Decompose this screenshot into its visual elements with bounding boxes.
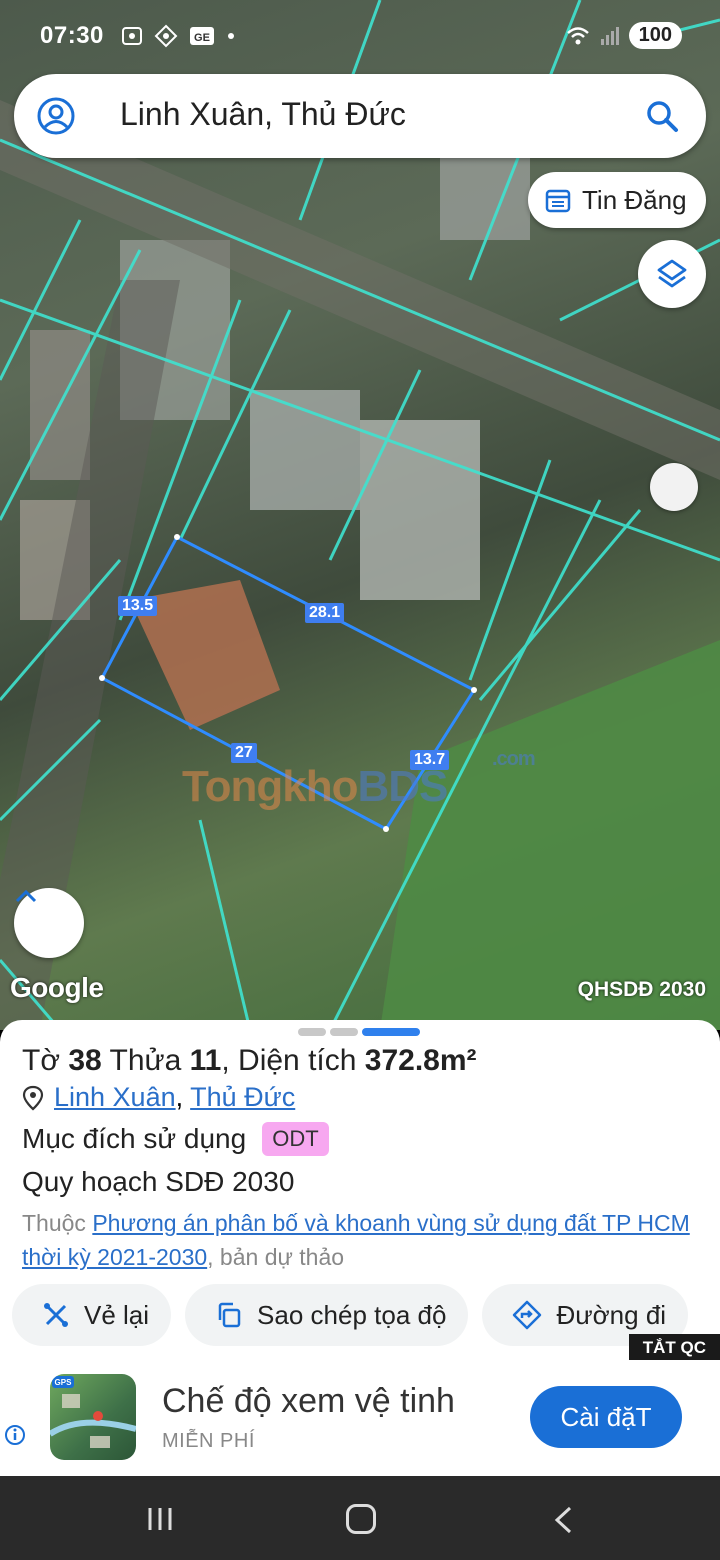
location-separator: , xyxy=(175,1082,184,1112)
thua-label: Thửa xyxy=(109,1044,182,1077)
status-right: 100 xyxy=(565,22,682,49)
map-layer-label: QHSDĐ 2030 xyxy=(577,978,706,1001)
status-time: 07:30 xyxy=(40,22,104,49)
plan-link[interactable]: Phương án phân bố và khoanh vùng sử dụng… xyxy=(22,1210,690,1270)
to-value: 38 xyxy=(68,1044,102,1077)
to-label: Tờ xyxy=(22,1044,60,1077)
home-icon[interactable] xyxy=(346,1504,376,1534)
map-drag-handle[interactable] xyxy=(650,463,698,511)
dien-tich-value: 372.8m² xyxy=(364,1044,477,1077)
chevron-up-icon xyxy=(15,889,37,903)
info-icon[interactable] xyxy=(4,1424,26,1446)
ward-link[interactable]: Linh Xuân xyxy=(54,1082,176,1112)
ge-app-icon: GE xyxy=(190,27,214,45)
watermark-left: Tongkho xyxy=(182,762,358,811)
district-link[interactable]: Thủ Đức xyxy=(190,1082,295,1112)
location-pin-icon xyxy=(22,1085,44,1110)
redraw-button[interactable]: Vẻ lại xyxy=(12,1284,172,1346)
ad-title: Chế độ xem vệ tinh xyxy=(162,1382,455,1420)
system-nav-bar xyxy=(0,1476,720,1560)
tin-dang-label: Tin Đăng xyxy=(582,184,687,215)
ad-app-icon: GPS xyxy=(50,1374,136,1460)
redraw-icon xyxy=(44,1303,68,1327)
status-bar: 07:30 GE 100 xyxy=(0,0,720,76)
wifi-icon xyxy=(566,26,589,44)
back-icon[interactable] xyxy=(552,1506,574,1534)
dot-icon xyxy=(228,33,234,39)
search-input[interactable]: Linh Xuân, Thủ Đức xyxy=(120,96,406,133)
watermark: TongkhoBDS .com xyxy=(182,748,536,812)
ad-banner[interactable]: GPS Chế độ xem vệ tinh MIỄN PHÍ Cài đặT xyxy=(0,1360,720,1476)
directions-label: Đường đi xyxy=(556,1299,667,1330)
quy-hoach-label: Quy hoạch SDĐ 2030 xyxy=(22,1166,295,1197)
redraw-label: Vẻ lại xyxy=(84,1299,150,1330)
layers-button[interactable] xyxy=(638,240,706,308)
plan-prefix: Thuộc xyxy=(22,1210,93,1236)
parcel-summary: Tờ 38 Thửa 11, Diện tích 372.8m² xyxy=(22,1044,477,1078)
copy-coordinates-label: Sao chép tọa độ xyxy=(257,1299,447,1330)
watermark-com: .com xyxy=(492,748,536,770)
dimension-label: 13.5 xyxy=(118,596,158,616)
close-ad-button[interactable]: TẮT QC xyxy=(628,1334,720,1362)
expand-up-button[interactable] xyxy=(14,888,84,958)
ge-app-icon-label: GE xyxy=(194,32,210,44)
diamond-app-icon xyxy=(154,24,178,48)
dimension-label: 27 xyxy=(231,743,257,763)
calendar-list-icon xyxy=(545,189,571,213)
google-logo: Google xyxy=(10,972,104,1003)
account-icon[interactable] xyxy=(36,96,76,136)
satellite-map-icon: GPS xyxy=(50,1376,136,1448)
plan-source: Thuộc Phương án phân bố và khoanh vùng s… xyxy=(22,1206,702,1274)
search-bar[interactable]: Linh Xuân, Thủ Đức xyxy=(14,74,706,158)
muc-dich-row: Mục đích sử dụng ODT xyxy=(22,1122,329,1156)
dien-tich-label: , Diện tích xyxy=(221,1044,357,1077)
thua-value: 11 xyxy=(189,1044,222,1077)
muc-dich-label: Mục đích sử dụng xyxy=(22,1123,247,1154)
screenshot-icon xyxy=(122,27,142,45)
sheet-handle[interactable] xyxy=(298,1028,420,1036)
copy-icon xyxy=(218,1302,241,1328)
signal-icon xyxy=(600,26,619,45)
copy-coordinates-button[interactable]: Sao chép tọa độ xyxy=(185,1284,469,1346)
battery-level: 100 xyxy=(628,22,682,49)
dimension-label: 28.1 xyxy=(305,603,345,623)
status-notification-icons: GE xyxy=(120,24,236,48)
recent-apps-icon[interactable] xyxy=(146,1506,174,1532)
layers-icon xyxy=(657,259,687,288)
action-row: Vẻ lại Sao chép tọa độ Đường đi xyxy=(12,1284,689,1346)
ad-install-button[interactable]: Cài đặT xyxy=(530,1386,682,1448)
plan-suffix: , bản dự thảo xyxy=(207,1244,345,1270)
ad-subtitle: MIỄN PHÍ xyxy=(162,1430,255,1452)
search-icon[interactable] xyxy=(642,96,682,136)
watermark-right: BDS xyxy=(357,762,448,811)
directions-icon xyxy=(513,1300,542,1330)
land-use-badge: ODT xyxy=(262,1122,329,1156)
parcel-location: Linh Xuân, Thủ Đức xyxy=(22,1082,295,1113)
tin-dang-button[interactable]: Tin Đăng xyxy=(528,172,706,228)
ad-icon-badge: GPS xyxy=(55,1378,73,1387)
